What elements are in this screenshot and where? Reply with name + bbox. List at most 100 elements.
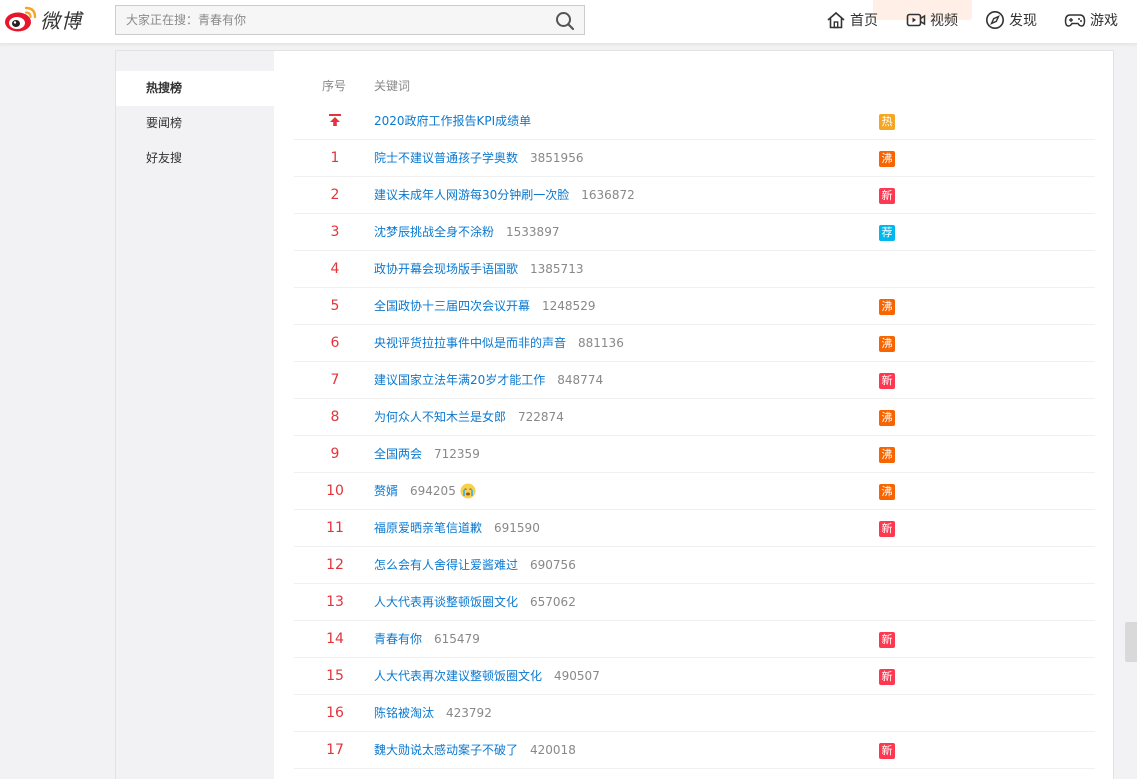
- table-row: 10 赘婿 694205 沸: [294, 473, 1095, 510]
- header-keyword: 关键词: [374, 79, 411, 93]
- gamepad-icon: [1064, 14, 1086, 27]
- rank-number: 7: [330, 372, 340, 388]
- keyword-link[interactable]: 沈梦辰挑战全身不涂粉: [374, 225, 494, 239]
- table-header: 序号 关键词: [294, 69, 1095, 103]
- rank-number: 16: [326, 705, 344, 721]
- keyword-link[interactable]: 赘婿: [374, 484, 398, 498]
- search-input[interactable]: [116, 6, 536, 34]
- search-count: 420018: [530, 743, 576, 757]
- sidebar-item-news[interactable]: 要闻榜: [116, 106, 274, 141]
- nav-discover-label: 发现: [1009, 13, 1037, 29]
- compass-icon: [986, 11, 1004, 29]
- rank-number: 9: [330, 446, 340, 462]
- status-badge: 新: [879, 669, 895, 685]
- table-row: 15 人大代表再次建议整顿饭圈文化 490507 新: [294, 658, 1095, 695]
- search-icon[interactable]: [554, 10, 576, 32]
- status-badge: 荐: [879, 225, 895, 241]
- rank-number: 15: [326, 668, 344, 684]
- rank-number: 4: [330, 261, 340, 277]
- keyword-link[interactable]: 央视评货拉拉事件中似是而非的声音: [374, 336, 566, 350]
- rank-number: 8: [330, 409, 340, 425]
- keyword-link[interactable]: 为何众人不知木兰是女郎: [374, 410, 506, 424]
- crying-face-icon: [460, 483, 476, 499]
- search-count: 423792: [446, 706, 492, 720]
- sidebar-item-friends[interactable]: 好友搜: [116, 141, 274, 176]
- nav-games[interactable]: 游戏: [1064, 8, 1118, 32]
- rank-number: 6: [330, 335, 340, 351]
- status-badge: 新: [879, 743, 895, 759]
- keyword-link[interactable]: 青春有你: [374, 632, 422, 646]
- search-count: 3851956: [530, 151, 584, 165]
- keyword-link[interactable]: 建议国家立法年满20岁才能工作: [374, 373, 545, 387]
- rank-number: 14: [326, 631, 344, 647]
- status-badge: 新: [879, 373, 895, 389]
- keyword-link[interactable]: 建议未成年人网游每30分钟刷一次脸: [374, 188, 569, 202]
- status-badge: 新: [879, 521, 895, 537]
- weibo-eye-icon: [5, 6, 37, 32]
- table-row: 5 全国政协十三届四次会议开幕 1248529 沸: [294, 288, 1095, 325]
- keyword-link[interactable]: 怎么会有人舍得让爱酱难过: [374, 558, 518, 572]
- sidebar: 热搜榜 要闻榜 好友搜: [116, 51, 274, 779]
- header-rank: 序号: [322, 79, 347, 93]
- status-badge: 沸: [879, 410, 895, 426]
- search-count: 1533897: [506, 225, 560, 239]
- keyword-link[interactable]: 全国政协十三届四次会议开幕: [374, 299, 530, 313]
- keyword-link[interactable]: 院士不建议普通孩子学奥数: [374, 151, 518, 165]
- hot-search-card: 热搜榜 要闻榜 好友搜 序号 关键词 2020政府工作报告KPI成绩单 热 1 院…: [115, 50, 1114, 779]
- search-count: 722874: [518, 410, 564, 424]
- table-row: 13 人大代表再谈整顿饭圈文化 657062: [294, 584, 1095, 621]
- status-badge: 沸: [879, 484, 895, 500]
- table-row: 7 建议国家立法年满20岁才能工作 848774 新: [294, 362, 1095, 399]
- rank-number: 11: [326, 520, 344, 536]
- status-badge: 新: [879, 632, 895, 648]
- keyword-link[interactable]: 政协开幕会现场版手语国歌: [374, 262, 518, 276]
- table-row: 4 政协开幕会现场版手语国歌 1385713: [294, 251, 1095, 288]
- status-badge: 沸: [879, 151, 895, 167]
- keyword-link[interactable]: 人大代表再谈整顿饭圈文化: [374, 595, 518, 609]
- nav-games-label: 游戏: [1090, 13, 1118, 29]
- status-badge: 沸: [879, 299, 895, 315]
- weibo-logo[interactable]: 微博: [4, 3, 86, 35]
- nav-home-label: 首页: [850, 13, 878, 29]
- table-row: 8 为何众人不知木兰是女郎 722874 沸: [294, 399, 1095, 436]
- status-badge: 沸: [879, 336, 895, 352]
- rank-number: 12: [326, 557, 344, 573]
- video-icon: [906, 13, 926, 27]
- rank-number: 13: [326, 594, 344, 610]
- search-count: 691590: [494, 521, 540, 535]
- search-count: 848774: [557, 373, 604, 387]
- rank-number: 5: [330, 298, 340, 314]
- status-badge: 沸: [879, 447, 895, 463]
- search-count: 1248529: [542, 299, 596, 313]
- table-row: 3 沈梦辰挑战全身不涂粉 1533897 荐: [294, 214, 1095, 251]
- nav-video-label: 视频: [930, 13, 958, 29]
- keyword-link[interactable]: 福原爱晒亲笔信道歉: [374, 521, 482, 535]
- keyword-link[interactable]: 人大代表再次建议整顿饭圈文化: [374, 669, 542, 683]
- search-count: 690756: [530, 558, 576, 572]
- pinned-keyword-link[interactable]: 2020政府工作报告KPI成绩单: [374, 114, 531, 128]
- search-count: 1385713: [530, 262, 584, 276]
- nav-video[interactable]: 视频: [906, 8, 958, 32]
- rank-number: 17: [326, 742, 344, 758]
- keyword-link[interactable]: 魏大勋说太感动案子不破了: [374, 743, 518, 757]
- table-row: 2 建议未成年人网游每30分钟刷一次脸 1636872 新: [294, 177, 1095, 214]
- search-count: 490507: [554, 669, 600, 683]
- search-count: 615479: [434, 632, 480, 646]
- rank-number: 10: [326, 483, 344, 499]
- table-row: 16 陈铭被淘汰 423792: [294, 695, 1095, 732]
- pinned-icon: [314, 103, 356, 140]
- nav-discover[interactable]: 发现: [985, 8, 1037, 32]
- table-row: 1 院士不建议普通孩子学奥数 3851956 沸: [294, 140, 1095, 177]
- table-row: 11 福原爱晒亲笔信道歉 691590 新: [294, 510, 1095, 547]
- nav-home[interactable]: 首页: [826, 8, 878, 32]
- rank-number: 2: [330, 187, 340, 203]
- keyword-link[interactable]: 全国两会: [374, 447, 422, 461]
- table-row: 14 青春有你 615479 新: [294, 621, 1095, 658]
- search-count: 694205: [410, 484, 456, 498]
- table-row: 9 全国两会 712359 沸: [294, 436, 1095, 473]
- home-icon: [827, 11, 845, 29]
- scrollbar-handle[interactable]: [1125, 622, 1137, 662]
- search-count: 1636872: [581, 188, 635, 202]
- sidebar-item-hot-search[interactable]: 热搜榜: [116, 71, 274, 106]
- keyword-link[interactable]: 陈铭被淘汰: [374, 706, 434, 720]
